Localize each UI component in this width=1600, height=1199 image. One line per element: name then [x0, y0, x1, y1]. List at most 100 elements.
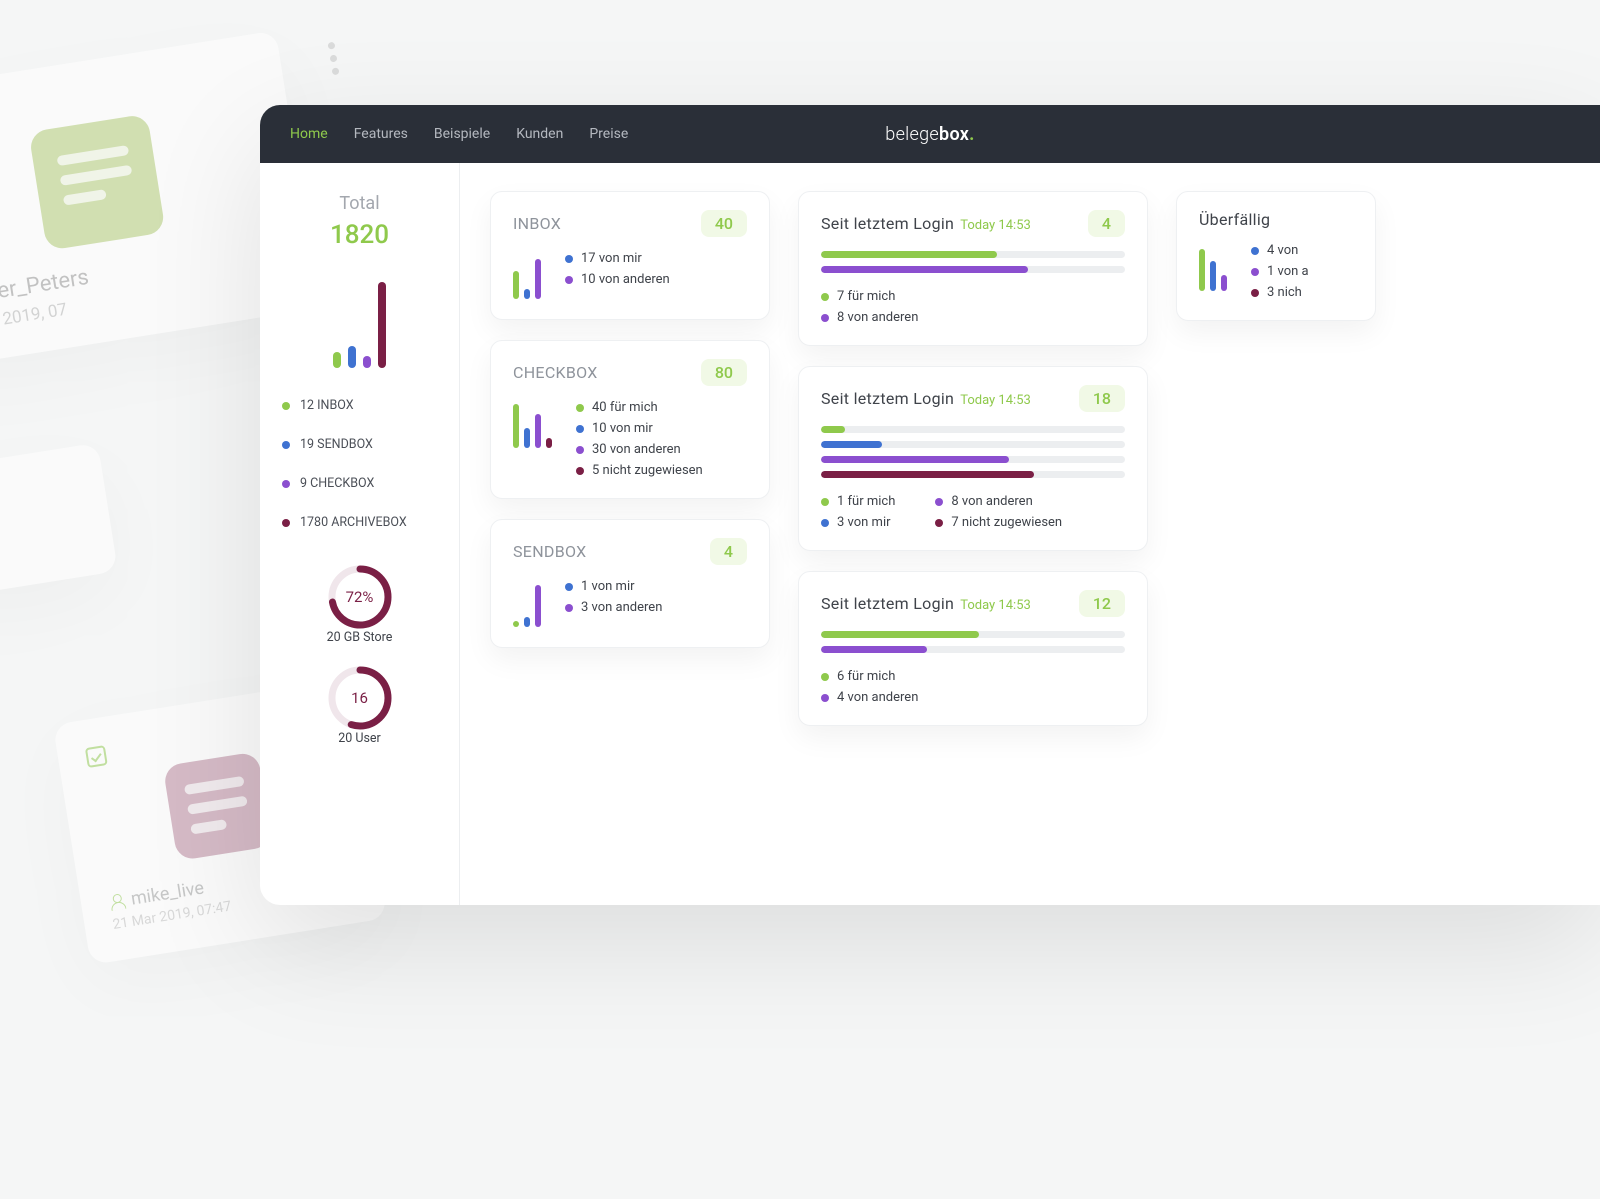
legend-dot-icon — [282, 402, 290, 410]
legend-dot-icon — [821, 673, 829, 681]
ring-value: 16 — [327, 665, 393, 731]
bullet-item: 4 von — [1251, 243, 1353, 258]
count-badge: 18 — [1079, 385, 1125, 412]
spark-chart — [513, 251, 541, 299]
document-icon — [163, 751, 273, 861]
nav-link-home[interactable]: Home — [290, 126, 328, 142]
legend-label: 12 INBOX — [300, 398, 354, 413]
count-badge: 4 — [1088, 210, 1125, 237]
total-mini-bar-chart — [333, 278, 386, 368]
card-title: CHECKBOX — [513, 363, 598, 382]
legend-dot-icon — [282, 519, 290, 527]
progress-bar — [821, 266, 1125, 273]
bullet-item: 17 von mir — [565, 251, 747, 266]
count-badge: 40 — [701, 210, 747, 237]
count-badge: 12 — [1079, 590, 1125, 617]
legend-label: 1780 ARCHIVEBOX — [300, 515, 407, 530]
card-title: Seit letztem Login — [821, 214, 954, 233]
legend-dot-icon — [935, 519, 943, 527]
total-value: 1820 — [330, 220, 389, 250]
nav-link-beispiele[interactable]: Beispiele — [434, 126, 490, 142]
bg-logo-fragment-card: geBox. — [0, 443, 118, 628]
nav-link-features[interactable]: Features — [354, 126, 408, 142]
bullet-item: 1 von a — [1251, 264, 1353, 279]
bullet-item: 3 von anderen — [565, 600, 747, 615]
bullet-item: 5 nicht zugewiesen — [576, 463, 747, 478]
more-dots-icon — [327, 42, 339, 76]
user-icon — [108, 892, 126, 910]
box-card-inbox[interactable]: INBOX 40 17 von mir 10 von anderen — [490, 191, 770, 320]
overdue-card[interactable]: Überfällig 4 von 1 von a 3 nich — [1176, 191, 1376, 321]
bullet-dot-icon — [576, 446, 584, 454]
legend-item: 8 von anderen — [935, 494, 1062, 509]
bullet-dot-icon — [565, 604, 573, 612]
card-title: SENDBOX — [513, 542, 586, 561]
bullet-dot-icon — [576, 404, 584, 412]
login-activity-card[interactable]: Seit letztem Login Today 14:53 4 7 für mi… — [798, 191, 1148, 346]
timestamp-label: Today 14:53 — [960, 218, 1031, 233]
progress-bar — [821, 251, 1125, 258]
legend-item: 12 INBOX — [282, 398, 437, 413]
bullet-item: 10 von mir — [576, 421, 747, 436]
progress-bar — [821, 631, 1125, 638]
legend-item: 1780 ARCHIVEBOX — [282, 515, 437, 530]
legend-item: 19 SENDBOX — [282, 437, 437, 452]
legend-dot-icon — [282, 480, 290, 488]
legend-dot-icon — [821, 694, 829, 702]
count-badge: 4 — [710, 538, 747, 565]
checkbox-checked-icon — [85, 745, 108, 768]
ring-caption: 20 GB Store — [327, 630, 393, 645]
bullet-dot-icon — [1251, 268, 1259, 276]
count-badge: 80 — [701, 359, 747, 386]
sidebar-total-panel: Total 1820 12 INBOX 19 SENDBOX 9 CHECKBOX 1… — [260, 163, 460, 905]
bullet-item: 3 nich — [1251, 285, 1353, 300]
legend-dot-icon — [282, 441, 290, 449]
progress-bar — [821, 646, 1125, 653]
progress-bar — [821, 456, 1125, 463]
timestamp-label: Today 14:53 — [960, 393, 1031, 408]
app-window: Home Features Beispiele Kunden Preise belege… — [260, 105, 1600, 905]
brand-logo: belegebox. — [885, 124, 974, 145]
nav-links: Home Features Beispiele Kunden Preise — [290, 126, 628, 142]
top-navbar: Home Features Beispiele Kunden Preise belege… — [260, 105, 1600, 163]
box-card-checkbox[interactable]: CHECKBOX 80 40 für mich10 von mir30 von … — [490, 340, 770, 499]
ring-value: 72% — [327, 564, 393, 630]
legend-dot-icon — [821, 498, 829, 506]
ring-caption: 20 User — [327, 731, 393, 746]
legend-label: 19 SENDBOX — [300, 437, 373, 452]
legend-item: 6 für mich — [821, 669, 918, 684]
nav-link-preise[interactable]: Preise — [589, 126, 628, 142]
progress-bar — [821, 426, 1125, 433]
legend-item: 7 für mich — [821, 289, 918, 304]
login-activity-card[interactable]: Seit letztem LoginToday 14:53 18 1 für m… — [798, 366, 1148, 551]
card-title: Seit letztem Login — [821, 594, 954, 613]
total-label: Total — [339, 193, 379, 214]
bullet-item: 1 von mir — [565, 579, 747, 594]
legend-dot-icon — [935, 498, 943, 506]
nav-link-kunden[interactable]: Kunden — [516, 126, 563, 142]
legend-item: 8 von anderen — [821, 310, 918, 325]
usage-ring: 16 — [327, 665, 393, 731]
bullet-dot-icon — [1251, 247, 1259, 255]
box-card-sendbox[interactable]: SENDBOX 4 1 von mir 3 von anderen — [490, 519, 770, 648]
spark-chart — [1199, 243, 1227, 291]
bullet-dot-icon — [576, 425, 584, 433]
timestamp-label: Today 14:53 — [960, 598, 1031, 613]
document-icon — [28, 114, 165, 251]
card-title: Überfällig — [1199, 210, 1270, 229]
bullet-dot-icon — [565, 255, 573, 263]
card-title: INBOX — [513, 214, 561, 233]
bullet-dot-icon — [1251, 289, 1259, 297]
bullet-item: 10 von anderen — [565, 272, 747, 287]
legend-dot-icon — [821, 293, 829, 301]
legend-item: 1 für mich — [821, 494, 895, 509]
login-activity-card[interactable]: Seit letztem Login Today 14:53 12 6 für m… — [798, 571, 1148, 726]
spark-chart — [513, 400, 552, 448]
legend-item: 4 von anderen — [821, 690, 918, 705]
progress-bar — [821, 471, 1125, 478]
usage-ring: 72% — [327, 564, 393, 630]
bullet-dot-icon — [565, 583, 573, 591]
legend-item: 9 CHECKBOX — [282, 476, 437, 491]
legend-item: 7 nicht zugewiesen — [935, 515, 1062, 530]
bullet-dot-icon — [576, 467, 584, 475]
